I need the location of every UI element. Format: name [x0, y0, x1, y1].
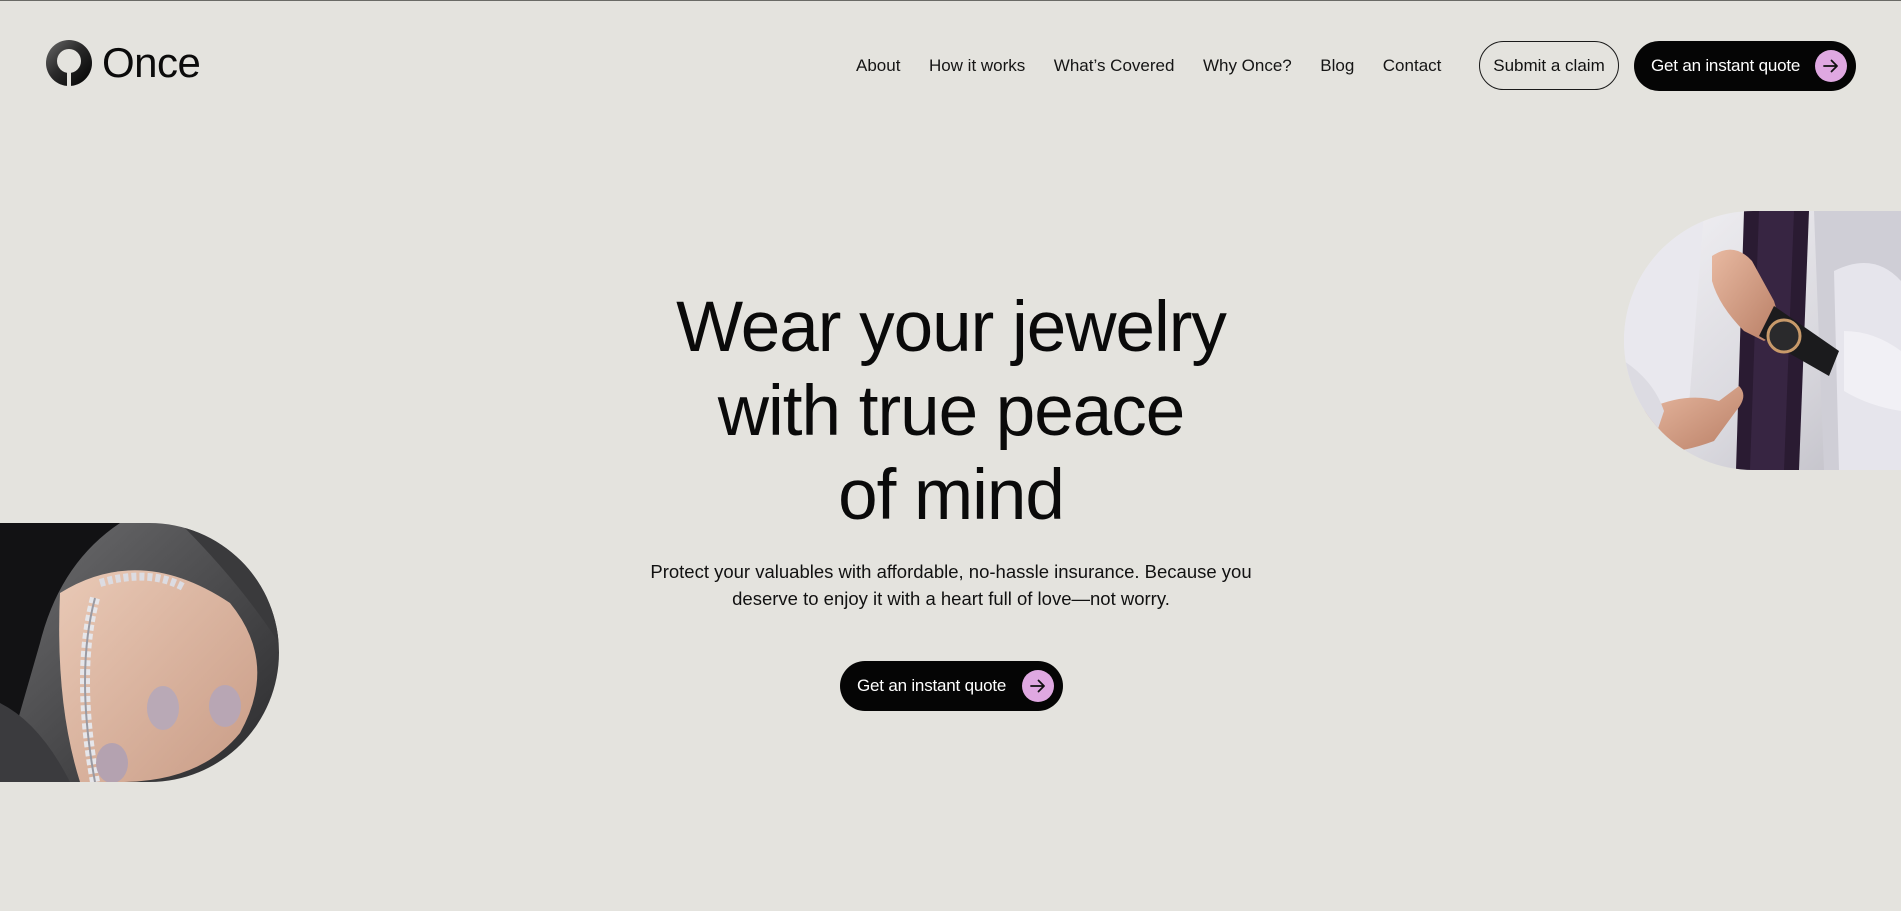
arrow-right-icon — [1022, 670, 1054, 702]
hero-title: Wear your jewelry with true peace of min… — [676, 288, 1227, 535]
main-nav: About How it works What’s Covered Why On… — [856, 55, 1470, 77]
site-header: Once About How it works What’s Covered W… — [0, 0, 1901, 132]
arrow-right-icon — [1815, 50, 1847, 82]
brand-name: Once — [102, 39, 201, 86]
nav-item-why-once[interactable]: Why Once? — [1203, 55, 1292, 77]
hero-quote-button[interactable]: Get an instant quote — [840, 661, 1063, 711]
nav-item-how-it-works[interactable]: How it works — [929, 55, 1025, 77]
hero-subtitle: Protect your valuables with affordable, … — [650, 561, 1252, 609]
submit-claim-label: Submit a claim — [1493, 55, 1605, 75]
brand-logo[interactable]: Once — [46, 39, 201, 86]
submit-claim-button[interactable]: Submit a claim — [1479, 41, 1619, 90]
bracelet-on-wrist-photo — [0, 523, 279, 782]
nav-item-contact[interactable]: Contact — [1383, 55, 1442, 77]
nav-item-whats-covered[interactable]: What’s Covered — [1054, 55, 1175, 77]
header-quote-button[interactable]: Get an instant quote — [1634, 41, 1856, 91]
nav-item-about[interactable]: About — [856, 55, 900, 77]
nav-item-blog[interactable]: Blog — [1320, 55, 1354, 77]
ring-logo-icon — [46, 40, 92, 86]
hero-quote-label: Get an instant quote — [857, 676, 1007, 695]
man-adjusting-watch-photo — [1624, 211, 1901, 470]
header-quote-label: Get an instant quote — [1651, 56, 1801, 75]
